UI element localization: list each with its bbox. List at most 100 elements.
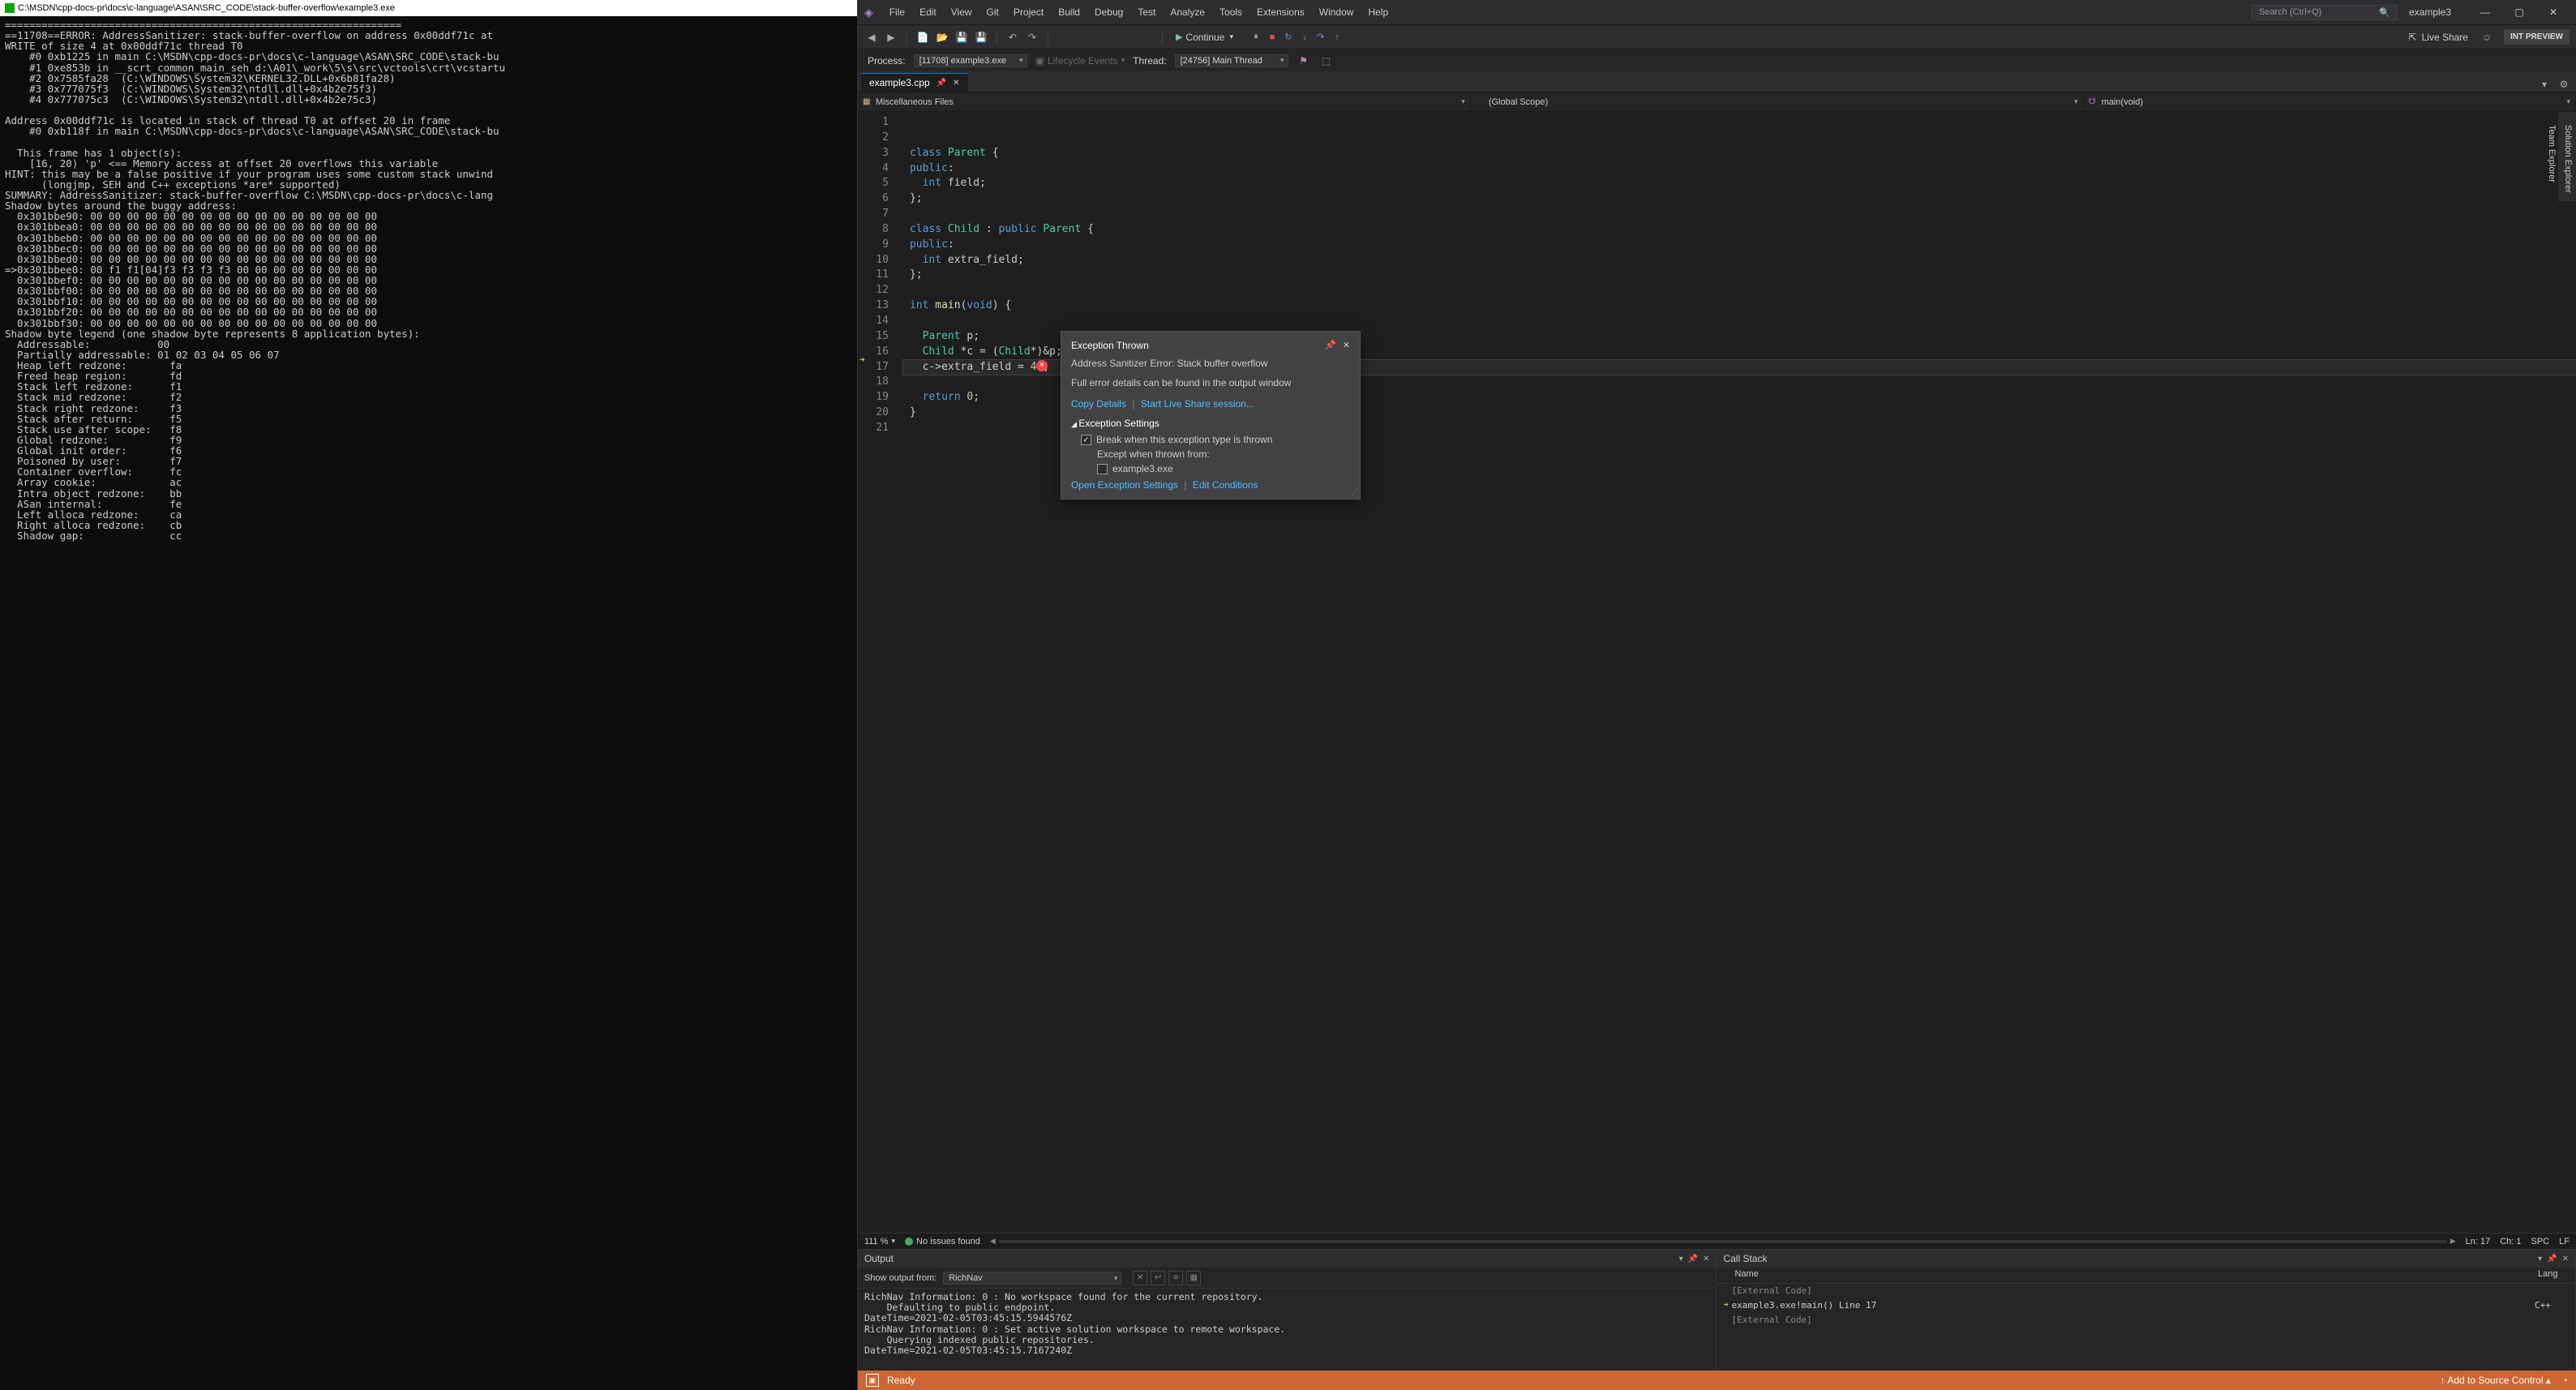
callstack-body[interactable]: [External Code]➜example3.exe!main() Line… xyxy=(1717,1284,2575,1371)
line-ending[interactable]: LF xyxy=(2559,1237,2570,1246)
code-line-12[interactable] xyxy=(903,283,2576,298)
close-icon[interactable]: ✕ xyxy=(2562,1255,2569,1263)
save-all-icon[interactable]: 💾 xyxy=(974,30,988,45)
tab-example3-cpp[interactable]: example3.cpp 📌 ✕ xyxy=(861,73,968,92)
stop-icon[interactable]: ■ xyxy=(1266,31,1279,44)
start-liveshare-link[interactable]: Start Live Share session... xyxy=(1141,398,1254,410)
save-icon[interactable]: 💾 xyxy=(954,30,969,45)
code-line-6[interactable]: }; xyxy=(903,191,2576,207)
code-line-5[interactable]: int field; xyxy=(903,176,2576,191)
nav-project[interactable]: ▦ Miscellaneous Files xyxy=(858,92,1471,111)
code-line-9[interactable]: public: xyxy=(903,238,2576,253)
tab-close-icon[interactable]: ✕ xyxy=(953,79,959,88)
menu-tools[interactable]: Tools xyxy=(1213,3,1249,21)
resize-grip-icon[interactable]: ⋰ xyxy=(1351,488,1358,497)
undo-icon[interactable]: ↶ xyxy=(1005,30,1020,45)
console-output[interactable]: ========================================… xyxy=(0,16,857,1390)
pin-icon[interactable]: 📌 xyxy=(2547,1255,2557,1263)
thread-dropdown[interactable]: [24756] Main Thread xyxy=(1175,54,1288,67)
code-editor[interactable]: 123456789101112131415161718192021 ➜ clas… xyxy=(858,112,2576,1233)
pin-icon[interactable]: 📌 xyxy=(937,79,946,88)
indent-mode[interactable]: SPC xyxy=(2531,1237,2550,1246)
status-icon[interactable]: ▣ xyxy=(866,1374,879,1387)
menu-view[interactable]: View xyxy=(945,3,979,21)
search-input[interactable]: Search (Ctrl+Q) 🔍 xyxy=(2252,5,2398,20)
toggle-1-icon[interactable]: ≡ xyxy=(1168,1271,1183,1285)
chevron-down-icon[interactable]: ▾ xyxy=(2538,1255,2542,1263)
live-share-button[interactable]: ⇱ Live Share xyxy=(2402,30,2475,45)
code-line-3[interactable]: class Parent { xyxy=(903,146,2576,161)
code-line-13[interactable]: int main(void) { xyxy=(903,298,2576,314)
callstack-row[interactable]: [External Code] xyxy=(1717,1284,2575,1298)
code-line-7[interactable] xyxy=(903,207,2576,222)
stack-frame-icon[interactable]: ⬚ xyxy=(1319,54,1334,68)
except-exe-checkbox[interactable] xyxy=(1097,464,1108,474)
minimize-button[interactable]: — xyxy=(2469,2,2501,22)
redo-icon[interactable]: ↷ xyxy=(1025,30,1039,45)
menu-edit[interactable]: Edit xyxy=(913,3,943,21)
flag-icon[interactable]: ⚑ xyxy=(1297,54,1311,68)
menu-build[interactable]: Build xyxy=(1052,3,1087,21)
step-over-icon[interactable]: ↷ xyxy=(1314,31,1327,44)
clear-icon[interactable]: ✕ xyxy=(1133,1271,1147,1285)
output-body[interactable]: RichNav Information: 0 : No workspace fo… xyxy=(858,1289,1717,1371)
close-button[interactable]: ✕ xyxy=(2537,2,2570,22)
open-icon[interactable]: 📂 xyxy=(935,30,949,45)
edit-conditions-link[interactable]: Edit Conditions xyxy=(1193,479,1258,491)
notifications-icon[interactable]: ◔ xyxy=(2562,1375,2568,1386)
close-icon[interactable]: ✕ xyxy=(1703,1255,1709,1263)
output-panel-header[interactable]: Output ▾ 📌 ✕ xyxy=(858,1250,1717,1268)
restart-icon[interactable]: ↻ xyxy=(1282,31,1295,44)
step-into-icon[interactable]: ↓ xyxy=(1298,31,1311,44)
side-tab-team-explorer[interactable]: Team Explorer xyxy=(2544,117,2560,201)
callstack-row[interactable]: ➜example3.exe!main() Line 17C++ xyxy=(1717,1298,2575,1313)
menu-window[interactable]: Window xyxy=(1313,3,1361,21)
continue-button[interactable]: ▶ Continue ▾ xyxy=(1171,30,1238,45)
process-dropdown[interactable]: [11708] example3.exe xyxy=(914,54,1027,67)
error-indicator-icon[interactable]: ✕ xyxy=(1036,360,1048,371)
menu-project[interactable]: Project xyxy=(1007,3,1050,21)
menu-test[interactable]: Test xyxy=(1131,3,1162,21)
gear-icon[interactable]: ⚙ xyxy=(2557,77,2571,92)
copy-details-link[interactable]: Copy Details xyxy=(1071,398,1126,410)
code-area[interactable]: ➜ class Parent {public: int field;};clas… xyxy=(903,112,2576,1233)
zoom-control[interactable]: 111 % ▾ xyxy=(864,1237,895,1246)
code-line-2[interactable] xyxy=(903,131,2576,146)
lifecycle-events[interactable]: ▣ Lifecycle Events ▾ xyxy=(1035,55,1125,66)
close-icon[interactable]: ✕ xyxy=(1343,340,1350,351)
code-line-1[interactable] xyxy=(903,115,2576,131)
output-source-dropdown[interactable]: RichNav xyxy=(943,1272,1121,1285)
issues-indicator[interactable]: No issues found xyxy=(905,1237,980,1246)
nav-scope[interactable]: (Global Scope) xyxy=(1471,92,2084,111)
step-out-icon[interactable]: ↑ xyxy=(1331,31,1344,44)
wrap-icon[interactable]: ↩ xyxy=(1151,1271,1165,1285)
nav-fwd-icon[interactable]: ▶ xyxy=(884,30,898,45)
window-options-icon[interactable]: ▾ xyxy=(2537,77,2552,92)
exception-popup[interactable]: Exception Thrown 📌 ✕ Address Sanitizer E… xyxy=(1061,331,1361,500)
code-line-8[interactable]: class Child : public Parent { xyxy=(903,222,2576,238)
nav-back-icon[interactable]: ◀ xyxy=(864,30,879,45)
code-line-4[interactable]: public: xyxy=(903,161,2576,177)
menu-extensions[interactable]: Extensions xyxy=(1250,3,1311,21)
chevron-down-icon[interactable]: ▾ xyxy=(1679,1255,1683,1263)
menu-analyze[interactable]: Analyze xyxy=(1164,3,1211,21)
pin-icon[interactable]: 📌 xyxy=(1325,340,1336,351)
col-lang[interactable]: Lang xyxy=(2535,1268,2575,1283)
pin-icon[interactable]: 📌 xyxy=(1688,1255,1698,1263)
code-line-14[interactable] xyxy=(903,314,2576,329)
col-name[interactable]: Name xyxy=(1731,1268,2535,1283)
callstack-row[interactable]: [External Code] xyxy=(1717,1313,2575,1328)
side-tab-solution-explorer[interactable]: Solution Explorer xyxy=(2560,117,2576,201)
code-line-11[interactable]: }; xyxy=(903,268,2576,283)
exception-settings-header[interactable]: Exception Settings xyxy=(1071,418,1350,429)
callstack-header[interactable]: Call Stack ▾ 📌 ✕ xyxy=(1717,1250,2575,1268)
code-line-10[interactable]: int extra_field; xyxy=(903,253,2576,268)
menu-debug[interactable]: Debug xyxy=(1088,3,1129,21)
toggle-2-icon[interactable]: ▦ xyxy=(1186,1271,1201,1285)
console-titlebar[interactable]: C:\MSDN\cpp-docs-pr\docs\c-language\ASAN… xyxy=(0,0,857,16)
menu-help[interactable]: Help xyxy=(1361,3,1395,21)
pause-icon[interactable]: ⏸ xyxy=(1249,31,1262,44)
nav-function[interactable]: ☋ main(void) xyxy=(2084,92,2576,111)
break-checkbox[interactable] xyxy=(1081,435,1091,445)
menu-file[interactable]: File xyxy=(883,3,911,21)
